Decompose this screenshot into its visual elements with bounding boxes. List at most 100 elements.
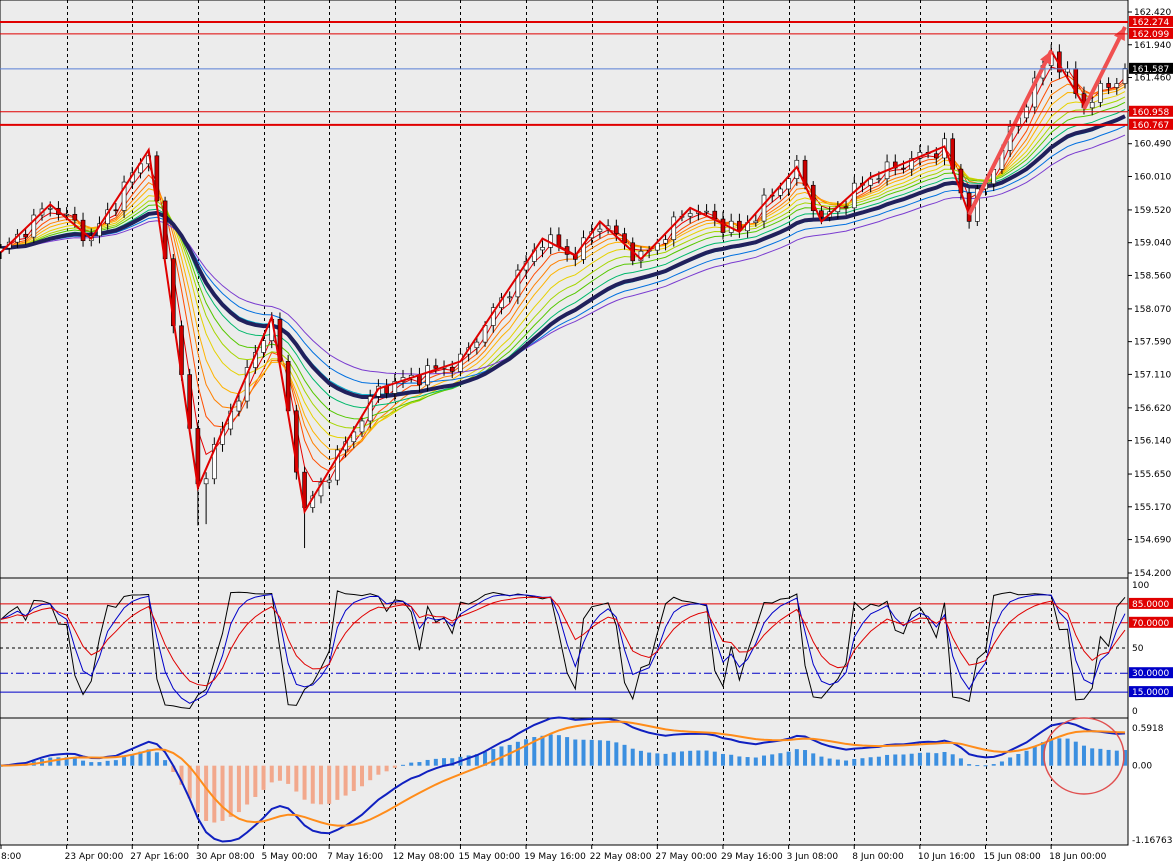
macd-histogram-bar [122,757,127,766]
macd-histogram-bar [803,750,808,766]
macd-histogram-bar [597,740,602,766]
macd-histogram-bar [113,760,118,766]
macd-histogram-bar [712,751,717,766]
candle-body [843,206,849,209]
macd-histogram-bar [720,753,725,766]
macd-histogram-bar [647,752,652,766]
macd-histogram-bar [1032,746,1037,766]
macd-histogram-bar [556,735,561,766]
macd-histogram-bar [163,760,168,766]
price-axis-tick-label: 161.460 [1134,74,1171,84]
macd-histogram-bar [917,752,922,766]
macd-histogram-bar [655,753,660,766]
macd-histogram-bar [491,749,496,766]
macd-histogram-bar [1081,745,1086,766]
macd-histogram-bar [581,739,586,766]
oscillator-axis-tick-label: 50 [1132,644,1144,654]
oscillator-panel[interactable]: 100 50 0 85.0000 70.0000 30.0000 15.0000 [0,577,1173,719]
candle-body [425,365,430,386]
macd-histogram-bar [1073,741,1078,766]
price-axis-tick-label: 160.010 [1134,172,1171,182]
time-axis-tick-label: 19 May 16:00 [524,852,586,862]
price-axis-tick-label: 160.490 [1134,140,1171,150]
macd-histogram-bar [269,765,274,783]
macd-histogram-bar [753,757,758,766]
candle-body [1024,106,1029,119]
macd-histogram-bar [778,753,783,766]
candle-body [614,225,619,234]
macd-histogram-bar [999,761,1004,766]
macd-histogram-bar [81,760,86,766]
macd-histogram-bar [737,756,742,766]
macd-histogram-bar [983,765,988,767]
price-level-label: 160.958 [1132,108,1169,118]
macd-histogram-bar [212,765,217,823]
macd-axis-tick-label: -1.16763 [1132,836,1172,846]
price-level-label: 162.099 [1132,30,1169,40]
macd-histogram-bar [565,737,570,766]
price-axis-tick-label: 156.620 [1134,404,1171,414]
price-panel[interactable]: 162.420161.940161.460160.980160.490160.0… [0,0,1173,579]
macd-histogram-bar [1090,748,1095,766]
macd-histogram-bar [335,765,340,800]
macd-histogram-bar [1098,748,1103,766]
candle-body [851,182,857,209]
macd-histogram-bar [1057,738,1062,766]
macd-histogram-bar [696,750,701,766]
macd-panel[interactable]: 0.5918 0.00 -1.16763 [0,716,1172,846]
time-axis-tick-label: 7 May 16:00 [327,852,383,862]
candle-body [966,192,972,222]
candle-body [23,233,28,238]
oscillator-level-label: 70.0000 [1132,619,1169,629]
macd-histogram-bar [286,765,291,784]
macd-histogram-bar [1065,738,1070,766]
macd-histogram-bar [401,764,406,766]
macd-histogram-bar [589,739,594,766]
price-level-label: 162.274 [1132,18,1169,28]
macd-histogram-bar [277,765,282,781]
macd-histogram-bar [1106,749,1111,766]
time-axis-tick-label: 12 May 08:00 [393,852,455,862]
candle-body [359,420,365,433]
macd-histogram-bar [614,742,619,766]
price-axis-tick-label: 159.040 [1134,239,1171,249]
macd-histogram-bar [876,756,881,766]
macd-histogram-bar [704,750,709,766]
price-axis-tick-label: 155.170 [1134,503,1171,513]
macd-histogram-bar [1024,750,1029,766]
macd-histogram-bar [934,753,939,766]
candle-body [326,479,332,483]
macd-histogram-bar [245,765,250,805]
candle-body [868,178,873,186]
time-axis-tick-label: 18 Jun 00:00 [1049,852,1106,862]
price-axis-tick-label: 156.140 [1134,437,1171,447]
macd-histogram-bar [220,765,225,821]
trading-chart[interactable]: 162.420161.940161.460160.980160.490160.0… [0,0,1176,862]
macd-histogram-bar [524,739,529,766]
macd-histogram-bar [253,765,258,797]
macd-histogram-bar [507,744,512,766]
macd-histogram-bar [294,765,299,792]
oscillator-level-label: 15.0000 [1132,688,1169,698]
time-axis-tick-label: 15 Jun 08:00 [984,852,1041,862]
macd-histogram-bar [901,754,906,766]
macd-histogram-bar [868,757,873,766]
candle-body [236,400,242,412]
candle-body [203,478,209,485]
macd-histogram-bar [762,755,767,766]
macd-histogram-bar [991,764,996,766]
macd-histogram-bar [204,765,209,822]
macd-histogram-bar [97,762,102,766]
macd-histogram-bar [261,765,266,790]
macd-histogram-bar [310,765,315,804]
macd-histogram-bar [844,760,849,766]
macd-plot-area [0,717,1129,846]
macd-histogram-bar [860,758,865,766]
candle-body [417,374,422,386]
macd-histogram-bar [1016,754,1021,766]
price-axis-tick-label: 157.110 [1134,370,1171,380]
candle-body [671,216,677,240]
macd-histogram-bar [228,765,233,817]
price-axis-tick-label: 155.650 [1134,470,1171,480]
price-axis-tick-label: 158.070 [1134,305,1171,315]
